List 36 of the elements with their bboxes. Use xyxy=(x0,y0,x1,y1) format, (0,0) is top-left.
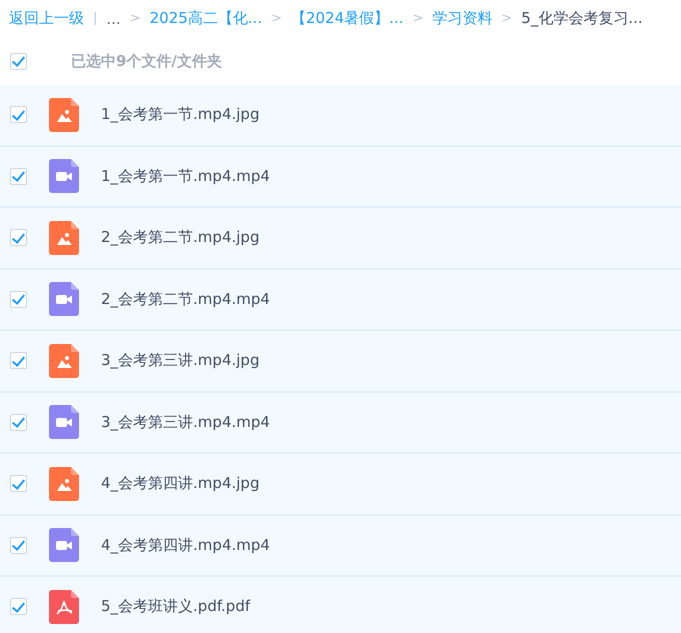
file-checkbox[interactable] xyxy=(10,106,27,124)
video-file-icon xyxy=(49,405,79,440)
breadcrumb-separator: > xyxy=(501,11,512,26)
file-checkbox[interactable] xyxy=(10,536,27,554)
file-checkbox[interactable] xyxy=(10,352,27,370)
file-name[interactable]: 3_会考第三讲.mp4.jpg xyxy=(101,351,260,370)
breadcrumb-current: 5_化学会考复习... xyxy=(521,9,643,28)
video-file-icon xyxy=(49,159,79,194)
pdf-file-icon xyxy=(49,590,79,624)
file-name[interactable]: 1_会考第一节.mp4.jpg xyxy=(101,105,260,124)
breadcrumb-separator: | xyxy=(93,11,98,26)
video-file-icon xyxy=(49,528,79,562)
file-name[interactable]: 1_会考第一节.mp4.mp4 xyxy=(101,166,270,186)
file-name[interactable]: 4_会考第四讲.mp4.jpg xyxy=(101,474,260,494)
file-name[interactable]: 5_会考班讲义.pdf.pdf xyxy=(101,597,250,616)
file-checkbox[interactable] xyxy=(10,229,27,246)
selection-count: 已选中9个文件/文件夹 xyxy=(71,52,222,70)
image-file-icon xyxy=(49,98,79,132)
file-checkbox[interactable] xyxy=(10,168,27,185)
file-name[interactable]: 2_会考第二节.mp4.jpg xyxy=(101,228,260,248)
breadcrumb-separator: > xyxy=(412,11,424,26)
file-checkbox[interactable] xyxy=(10,598,27,616)
image-file-icon xyxy=(49,344,79,378)
file-checkbox[interactable] xyxy=(10,414,27,431)
video-file-icon xyxy=(49,282,79,316)
breadcrumb-separator: > xyxy=(130,11,141,26)
breadcrumb-ellipsis[interactable]: ... xyxy=(106,10,121,28)
file-checkbox[interactable] xyxy=(10,290,27,308)
file-name[interactable]: 2_会考第二节.mp4.mp4 xyxy=(101,290,270,309)
file-name[interactable]: 4_会考第四讲.mp4.mp4 xyxy=(101,536,270,555)
image-file-icon xyxy=(49,466,79,501)
image-file-icon xyxy=(49,220,79,255)
file-checkbox[interactable] xyxy=(10,475,27,492)
breadcrumb-separator: > xyxy=(271,11,282,26)
select-all-checkbox[interactable] xyxy=(10,52,27,70)
file-name[interactable]: 3_会考第三讲.mp4.mp4 xyxy=(101,412,270,432)
